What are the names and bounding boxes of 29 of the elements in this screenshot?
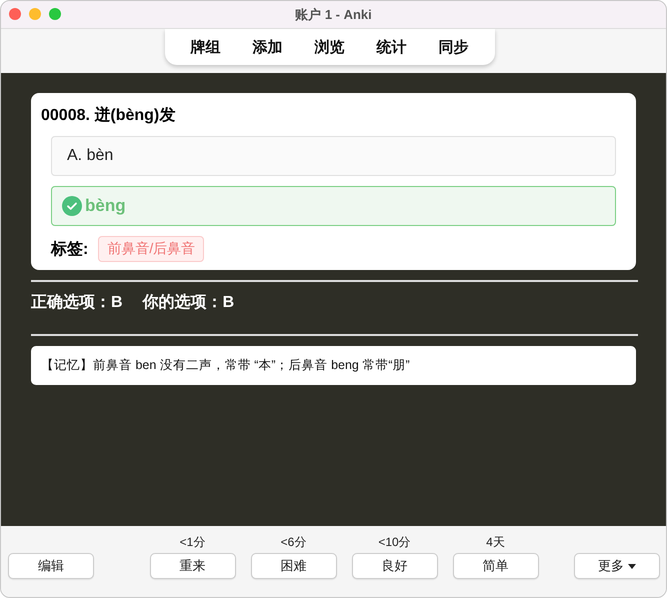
more-button[interactable]: 更多 xyxy=(574,553,660,579)
zoom-window-button[interactable] xyxy=(49,8,61,20)
minimize-window-button[interactable] xyxy=(29,8,41,20)
question-title: 00008. 迸(bèng)发 xyxy=(41,105,176,126)
tags-label: 标签: xyxy=(51,240,88,260)
caret-icon xyxy=(628,564,636,568)
toolbar-link[interactable]: 同步 xyxy=(422,38,484,56)
answer-button[interactable]: 困难 xyxy=(250,553,336,579)
interval-label: <6分 xyxy=(280,534,306,550)
interval-label: <10分 xyxy=(378,534,411,550)
interval-label: 4天 xyxy=(486,534,505,550)
answer-button[interactable]: 良好 xyxy=(352,553,438,579)
memo-text: 【记忆】前鼻音 ben 没有二声，常带 “本”；后鼻音 beng 常带“朋” xyxy=(41,358,410,372)
your-answer-text: 你的选项：B xyxy=(142,292,234,313)
toolbar-link[interactable]: 统计 xyxy=(360,38,422,56)
answer-text: bèng xyxy=(85,196,126,216)
tag: 前鼻音/后鼻音 xyxy=(98,236,204,262)
answer-button[interactable]: 重来 xyxy=(150,553,236,579)
edit-button[interactable]: 编辑 xyxy=(8,553,94,579)
interval-label: <1分 xyxy=(180,534,206,550)
answer-option[interactable]: A. bèn xyxy=(51,136,616,176)
close-window-button[interactable] xyxy=(9,8,21,20)
toolbar-link[interactable]: 浏览 xyxy=(298,38,360,56)
toolbar-link[interactable]: 添加 xyxy=(236,38,298,56)
toolbar-link[interactable]: 牌组 xyxy=(174,38,236,56)
correct-answer-text: 正确选项：B xyxy=(31,292,123,313)
answer-button[interactable]: 简单 xyxy=(452,553,538,579)
window-title: 账户 1 - Anki xyxy=(295,6,372,24)
check-circle-icon xyxy=(62,196,82,216)
